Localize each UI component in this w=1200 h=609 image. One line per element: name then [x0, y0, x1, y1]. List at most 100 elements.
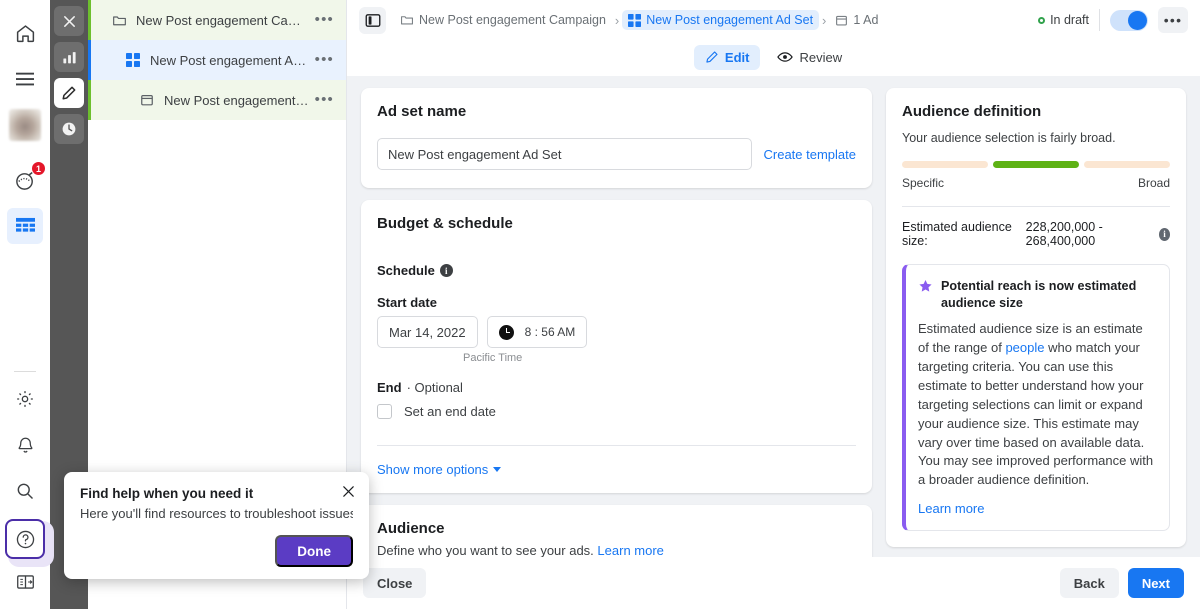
popover-body: Here you'll find resources to troublesho…	[80, 506, 353, 521]
clock-icon[interactable]	[54, 114, 84, 144]
notice-title: Potential reach is now estimated audienc…	[941, 278, 1155, 311]
left-icon-rail: 1	[0, 0, 50, 609]
panel-layout-icon[interactable]	[7, 564, 43, 600]
popover-actions: Done	[80, 535, 353, 567]
tree-row-menu-button[interactable]: •••	[311, 56, 338, 64]
rail-bottom-group	[5, 365, 45, 609]
table-icon[interactable]	[7, 208, 43, 244]
start-date-input[interactable]: Mar 14, 2022	[377, 316, 478, 348]
meter-label-specific: Specific	[902, 176, 944, 190]
show-more-options-button[interactable]: Show more options	[377, 462, 501, 477]
gear-icon[interactable]	[7, 381, 43, 417]
avatar[interactable]	[9, 109, 41, 141]
bar-chart-icon[interactable]	[54, 42, 84, 72]
meter-segment-broad	[1084, 161, 1170, 168]
more-options-button[interactable]: •••	[1158, 7, 1188, 33]
estimate-label: Estimated audience size:	[902, 220, 1021, 248]
divider	[902, 206, 1170, 207]
end-label: End · Optional	[377, 380, 856, 395]
folder-icon	[400, 13, 414, 27]
help-icon[interactable]	[5, 519, 45, 559]
audience-learn-more-link[interactable]: Learn more	[597, 543, 663, 557]
adset-name-field-row: Create template	[377, 138, 856, 170]
tree-row-menu-button[interactable]: •••	[311, 96, 338, 104]
notice-header: Potential reach is now estimated audienc…	[918, 278, 1155, 311]
people-link[interactable]: people	[1005, 340, 1044, 355]
card-title: Ad set name	[377, 103, 856, 120]
menu-icon[interactable]	[7, 61, 43, 97]
tree-row-menu-button[interactable]: •••	[311, 16, 338, 24]
timezone-label: Pacific Time	[463, 352, 856, 364]
close-icon[interactable]	[54, 6, 84, 36]
tree-row-label: New Post engagement Ad …	[150, 53, 311, 68]
breadcrumb-item-campaign[interactable]: New Post engagement Campaign	[394, 10, 612, 30]
status-toggle[interactable]	[1110, 10, 1148, 31]
tab-label: Review	[799, 50, 842, 65]
bottom-right-actions: Back Next	[1060, 568, 1184, 598]
status-bar	[88, 40, 91, 80]
tab-edit[interactable]: Edit	[694, 45, 761, 70]
ad-window-icon	[835, 14, 848, 27]
meter-segment-specific	[902, 161, 988, 168]
audience-definition-card: Audience definition Your audience select…	[886, 88, 1186, 547]
estimate-value: 228,200,000 - 268,400,000	[1026, 220, 1154, 248]
search-icon[interactable]	[7, 473, 43, 509]
toggle-knob	[1128, 11, 1147, 30]
breadcrumb-label: 1 Ad	[853, 13, 878, 27]
adset-name-card: Ad set name Create template	[361, 88, 872, 188]
bell-icon[interactable]	[7, 427, 43, 463]
clock-icon	[499, 325, 514, 340]
meter-label-broad: Broad	[1138, 176, 1170, 190]
notice-body-after: who match your targeting criteria. You c…	[918, 340, 1153, 487]
pencil-icon[interactable]	[54, 78, 84, 108]
notification-badge: 1	[31, 161, 46, 176]
home-icon[interactable]	[7, 15, 43, 51]
budget-schedule-card: Budget & schedule Schedule i Start date …	[361, 200, 872, 493]
close-button[interactable]: Close	[363, 568, 426, 598]
tree-row-label: New Post engagement Camp…	[136, 13, 311, 28]
set-end-date-checkbox[interactable]	[377, 404, 392, 419]
notifications-icon[interactable]: 1	[7, 162, 43, 198]
meter-segment-active	[993, 161, 1079, 168]
tree-row-adset[interactable]: New Post engagement Ad … •••	[88, 40, 346, 80]
chevron-down-icon	[493, 467, 501, 472]
bottom-action-bar: Close Back Next	[347, 557, 1200, 609]
end-optional-text: · Optional	[407, 380, 463, 395]
tab-label: Edit	[725, 50, 750, 65]
pencil-icon	[705, 50, 719, 64]
breadcrumb-label: New Post engagement Campaign	[419, 13, 606, 27]
breadcrumb-item-ad[interactable]: 1 Ad	[829, 10, 884, 30]
card-title: Audience definition	[902, 103, 1170, 120]
set-end-date-label: Set an end date	[404, 404, 496, 419]
done-button[interactable]: Done	[275, 535, 353, 567]
tab-review[interactable]: Review	[766, 45, 853, 70]
tree-row-campaign[interactable]: New Post engagement Camp… •••	[88, 0, 346, 40]
close-icon[interactable]	[341, 484, 356, 504]
audience-column: Audience definition Your audience select…	[886, 88, 1186, 557]
main-area: New Post engagement Campaign › New Post …	[347, 0, 1200, 609]
tree-row-ad[interactable]: New Post engagement Ad •••	[88, 80, 346, 120]
notice-learn-more-link[interactable]: Learn more	[918, 501, 1155, 516]
adset-name-input[interactable]	[377, 138, 752, 170]
back-button[interactable]: Back	[1060, 568, 1119, 598]
next-button[interactable]: Next	[1128, 568, 1184, 598]
audience-summary: Your audience selection is fairly broad.	[902, 131, 1170, 145]
top-bar: New Post engagement Campaign › New Post …	[347, 0, 1200, 76]
popover-title: Find help when you need it	[80, 486, 353, 501]
info-icon[interactable]: i	[440, 264, 453, 277]
rail-divider	[14, 371, 36, 372]
start-date-label: Start date	[377, 295, 856, 310]
start-time-input[interactable]: 8 : 56 AM	[487, 316, 588, 348]
notice-body: Estimated audience size is an estimate o…	[918, 320, 1155, 490]
start-date-row: Mar 14, 2022 8 : 56 AM	[377, 316, 856, 348]
schedule-label-text: Schedule	[377, 263, 435, 278]
tree-row-label: New Post engagement Ad	[164, 93, 311, 108]
card-title: Audience	[377, 520, 856, 537]
audience-subtitle: Define who you want to see your ads. Lea…	[377, 543, 856, 557]
create-template-link[interactable]: Create template	[764, 147, 857, 162]
end-date-checkbox-row: Set an end date	[377, 404, 856, 419]
breadcrumb-item-adset[interactable]: New Post engagement Ad Set	[622, 10, 819, 30]
audience-meter-labels: Specific Broad	[902, 176, 1170, 190]
info-icon[interactable]: i	[1159, 228, 1170, 241]
panel-toggle-icon[interactable]	[359, 7, 386, 34]
